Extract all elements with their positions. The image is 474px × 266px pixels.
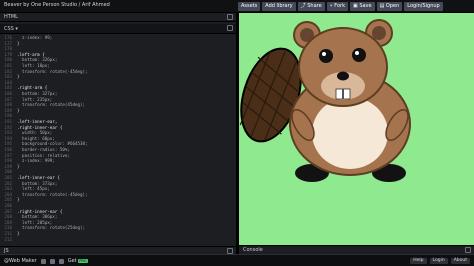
- twitter-icon[interactable]: [40, 258, 46, 264]
- github-icon[interactable]: [49, 258, 55, 264]
- add-library-button[interactable]: Add library: [262, 2, 296, 11]
- expand-icon[interactable]: [227, 25, 233, 31]
- left-tooth: [335, 88, 343, 100]
- footer-bar: @Web Maker Get PRO Help Login About: [0, 254, 474, 266]
- get-pro-link[interactable]: Get PRO: [68, 258, 88, 264]
- console-bar[interactable]: Console: [239, 245, 474, 254]
- code-text: z-index: 99;: [17, 35, 53, 40]
- right-inner-ear: [372, 26, 386, 40]
- code-text: }: [17, 231, 20, 236]
- left-eye: [319, 49, 333, 63]
- preview-pane: [239, 13, 474, 245]
- code-text: transform: rotate(-45deg);: [17, 191, 88, 197]
- css-panel-label: CSS: [4, 26, 14, 32]
- css-panel-header[interactable]: CSS ▾: [0, 24, 236, 34]
- code-text: }: [17, 40, 20, 46]
- code-text: }: [17, 107, 20, 113]
- code-text: }: [17, 163, 20, 169]
- expand-icon[interactable]: [465, 247, 471, 253]
- login-button[interactable]: Login: [429, 258, 448, 264]
- code-text: }: [17, 74, 20, 80]
- html-panel-header[interactable]: HTML: [0, 13, 236, 22]
- footer-left: @Web Maker Get PRO: [4, 258, 88, 264]
- beaver-nose: [337, 71, 349, 81]
- css-editor[interactable]: 176 z-index: 99; 177} 178 179 .left-arm {180…: [0, 34, 236, 246]
- code-text: transform: rotate(-45deg);: [17, 68, 88, 74]
- footer-brand[interactable]: @Web Maker: [4, 258, 37, 264]
- left-eye-shine: [322, 52, 326, 56]
- beaver-illustration: [239, 19, 411, 182]
- code-text: transform: rotate(45deg);: [17, 102, 86, 108]
- project-title: Beaver by One Person Studio / Arif Ahmed: [4, 2, 110, 8]
- chevron-down-icon[interactable]: ▾: [14, 26, 18, 32]
- login-signup-button[interactable]: Login/Signup: [404, 2, 443, 11]
- right-eye: [352, 48, 366, 62]
- about-button[interactable]: About: [450, 258, 470, 264]
- top-actions: Assets Add library ⤴ Share ⑂ Fork ▣ Save…: [238, 2, 443, 11]
- footer-right: Help Login About: [410, 258, 470, 264]
- open-button[interactable]: ▤ Open: [376, 2, 403, 11]
- css-panel-controls: [227, 25, 233, 31]
- console-controls: [465, 247, 471, 253]
- right-eye-shine: [355, 51, 359, 55]
- html-panel-label: HTML: [4, 14, 18, 20]
- line-number: 212: [4, 236, 12, 242]
- save-button[interactable]: ▣ Save: [349, 2, 375, 11]
- expand-icon[interactable]: [227, 14, 233, 20]
- help-button[interactable]: Help: [410, 258, 427, 264]
- console-label: Console: [243, 247, 263, 253]
- right-tooth: [343, 88, 351, 100]
- keyboard-icon[interactable]: [58, 258, 64, 264]
- fork-button[interactable]: ⑂ Fork: [326, 2, 348, 11]
- code-text: transform: rotate(25deg);: [17, 225, 86, 231]
- assets-button[interactable]: Assets: [238, 2, 261, 11]
- share-button[interactable]: ⤴ Share: [297, 2, 325, 11]
- code-text: z-index: 999;: [17, 158, 55, 164]
- beaver-belly: [312, 97, 388, 169]
- pro-badge: PRO: [78, 259, 88, 263]
- code-text: }: [17, 197, 20, 203]
- top-bar: Beaver by One Person Studio / Arif Ahmed…: [0, 0, 474, 13]
- html-panel-controls: [227, 14, 233, 20]
